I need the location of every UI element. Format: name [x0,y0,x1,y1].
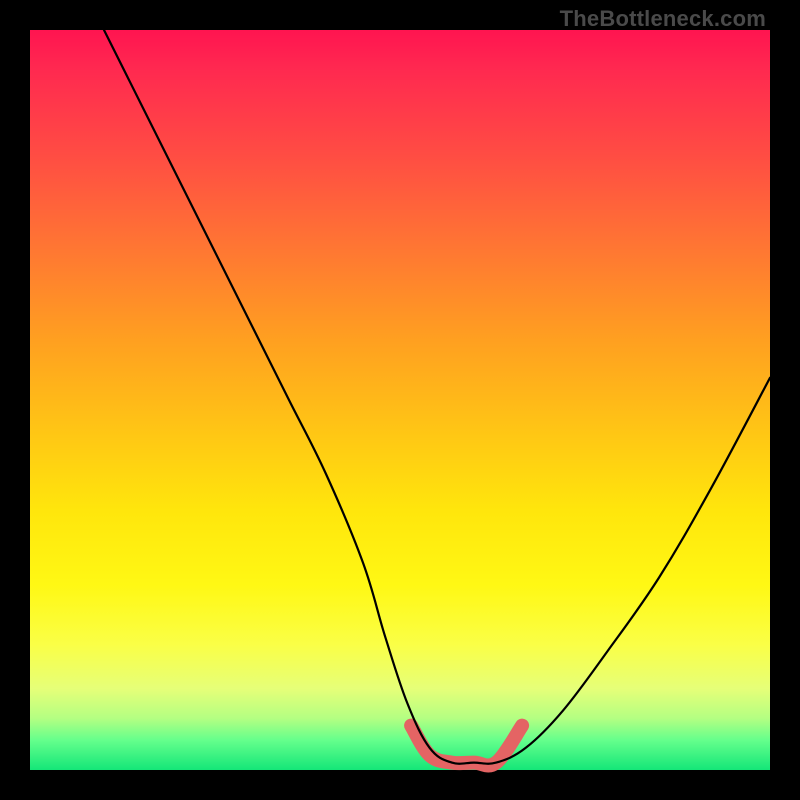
attribution-text: TheBottleneck.com [560,6,766,32]
chart-svg [30,30,770,770]
chart-container: TheBottleneck.com [0,0,800,800]
bottleneck-curve-line [104,30,770,764]
plot-area [30,30,770,770]
